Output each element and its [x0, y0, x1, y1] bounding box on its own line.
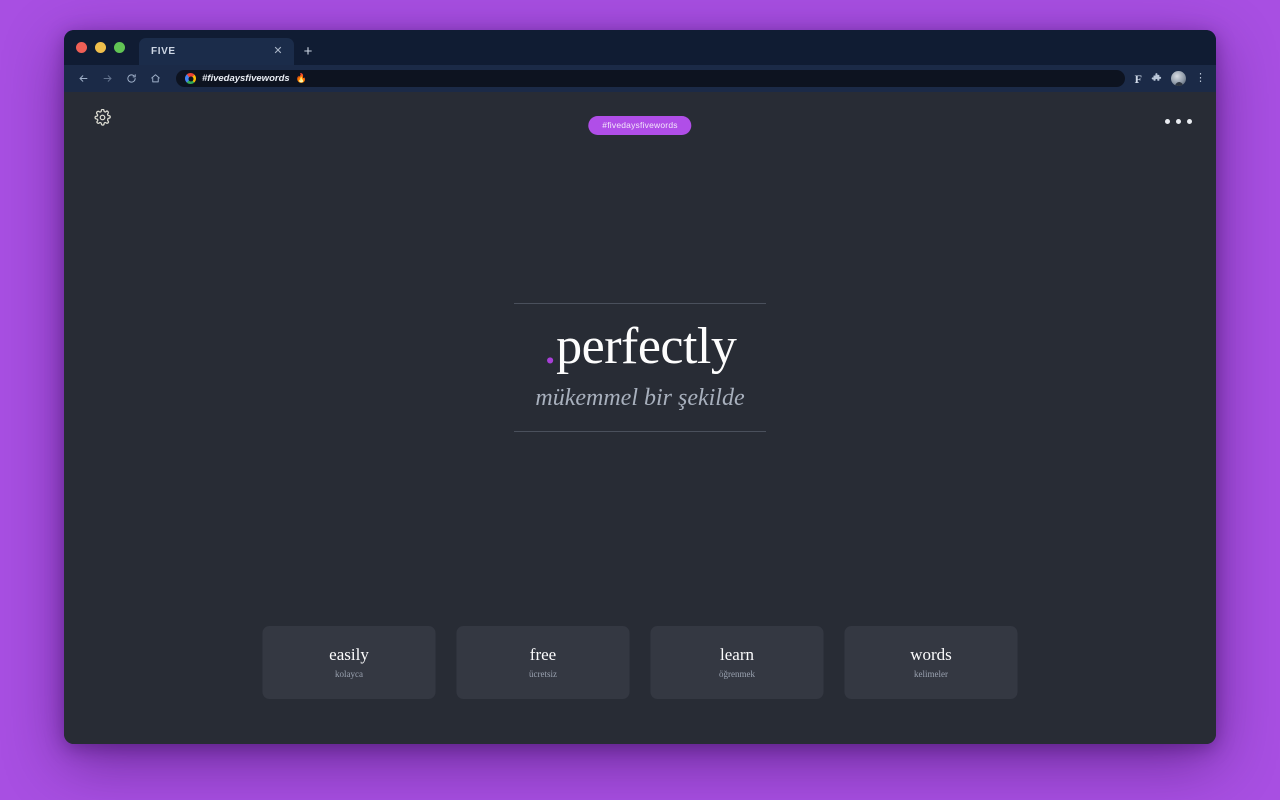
- hero-divider-bottom: [514, 431, 766, 433]
- word-card-title: free: [529, 645, 557, 664]
- close-window-button[interactable]: [76, 42, 87, 53]
- word-card-list: easily kolayca free ücretsiz learn öğren…: [262, 626, 1018, 699]
- gear-icon[interactable]: [94, 108, 111, 126]
- window-traffic-lights: [76, 30, 139, 65]
- extensions-puzzle-icon[interactable]: [1151, 73, 1162, 84]
- hero-word-text: perfectly: [556, 318, 737, 375]
- reload-icon[interactable]: [120, 68, 142, 90]
- word-card-title: words: [910, 645, 952, 664]
- hero-word: .perfectly: [514, 316, 766, 377]
- fire-emoji-icon: 🔥: [295, 73, 307, 83]
- hashtag-badge[interactable]: #fivedaysfivewords: [588, 116, 692, 135]
- back-arrow-icon[interactable]: [72, 68, 94, 90]
- three-dots-icon[interactable]: [1161, 113, 1196, 130]
- browser-window: FIVE ✕ + #fivedaysfivewords 🔥 F ⋮ #fived…: [64, 30, 1216, 744]
- app-header: #fivedaysfivewords: [64, 92, 1216, 138]
- page-content: #fivedaysfivewords .perfectly mükemmel b…: [64, 92, 1216, 744]
- browser-menu-icon[interactable]: ⋮: [1195, 73, 1206, 84]
- minimize-window-button[interactable]: [95, 42, 106, 53]
- word-card-translation: ücretsiz: [529, 669, 557, 679]
- browser-titlebar: FIVE ✕ +: [64, 30, 1216, 65]
- maximize-window-button[interactable]: [114, 42, 125, 53]
- word-card-title: learn: [720, 645, 754, 664]
- word-card-translation: kelimeler: [914, 669, 948, 679]
- profile-avatar[interactable]: [1171, 71, 1186, 86]
- new-tab-button[interactable]: +: [294, 38, 322, 65]
- word-card[interactable]: learn öğrenmek: [650, 626, 824, 699]
- word-card-title: easily: [329, 645, 369, 664]
- hero-translation: mükemmel bir şekilde: [535, 385, 745, 412]
- word-card[interactable]: free ücretsiz: [456, 626, 630, 699]
- forward-arrow-icon[interactable]: [96, 68, 118, 90]
- address-bar-value: #fivedaysfivewords: [202, 73, 290, 84]
- word-card[interactable]: easily kolayca: [262, 626, 436, 699]
- hero-inner: .perfectly mükemmel bir şekilde: [514, 304, 766, 431]
- google-icon: [185, 73, 196, 84]
- home-icon[interactable]: [144, 68, 166, 90]
- close-tab-icon[interactable]: ✕: [271, 46, 285, 57]
- font-extension-icon[interactable]: F: [1135, 73, 1142, 85]
- dot: [1176, 119, 1181, 124]
- hero-word-block: .perfectly mükemmel bir şekilde: [514, 303, 766, 433]
- hero-dot: .: [543, 318, 557, 375]
- dot: [1187, 119, 1192, 124]
- word-card-translation: öğrenmek: [719, 669, 755, 679]
- tab-title: FIVE: [151, 46, 176, 57]
- dot: [1165, 119, 1170, 124]
- word-card[interactable]: words kelimeler: [844, 626, 1018, 699]
- toolbar-actions: F ⋮: [1135, 71, 1208, 86]
- address-bar[interactable]: #fivedaysfivewords 🔥: [176, 70, 1125, 87]
- browser-toolbar: #fivedaysfivewords 🔥 F ⋮: [64, 65, 1216, 92]
- browser-tab-five[interactable]: FIVE ✕: [139, 38, 294, 65]
- word-card-translation: kolayca: [335, 669, 363, 679]
